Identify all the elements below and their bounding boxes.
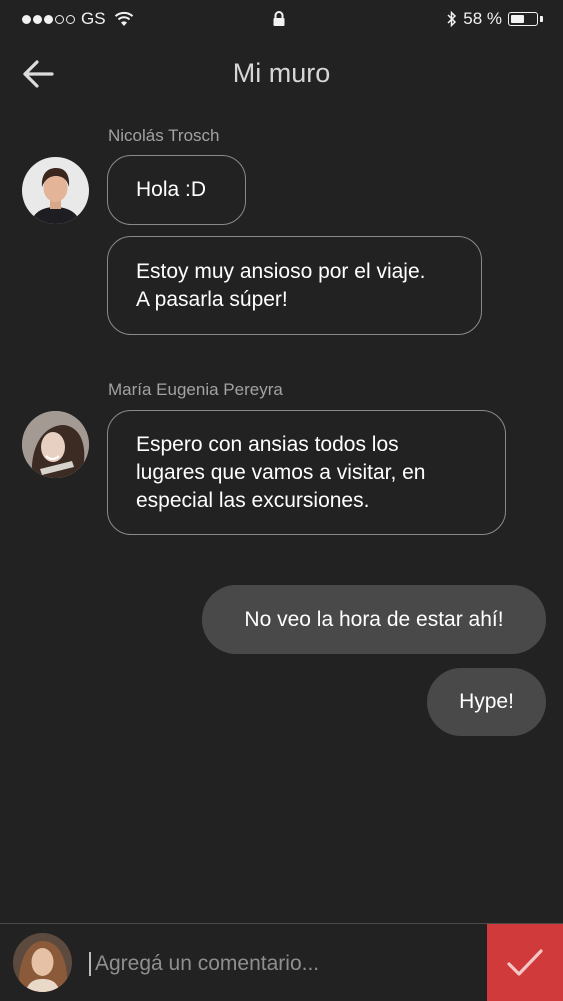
message-text: especial las excursiones. [136, 489, 370, 512]
page-title: Mi muro [232, 58, 331, 88]
text-caret [89, 952, 91, 976]
battery-percentage: 58 % [463, 9, 502, 28]
outgoing-message-bubble: No veo la hora de estar ahí! [202, 585, 546, 654]
wifi-icon [114, 11, 133, 26]
message-text: No veo la hora de estar ahí! [244, 607, 504, 631]
send-button[interactable] [487, 924, 563, 1001]
comment-composer [0, 923, 563, 1001]
message-bubble: Hola :D [107, 155, 246, 225]
lock-icon [273, 11, 285, 26]
message-bubble: Estoy muy ansioso por el viaje. A pasarl… [107, 236, 482, 335]
avatar-photo-icon [22, 157, 89, 224]
status-left: GS [22, 9, 134, 29]
signal-strength-icon [22, 14, 75, 24]
message-author: Nicolás Trosch [108, 126, 220, 145]
message-text: Hola :D [136, 178, 207, 201]
signal-dot [55, 14, 64, 24]
message-text: A pasarla súper! [136, 288, 288, 311]
carrier-name: GS [81, 9, 106, 28]
signal-dot [66, 14, 75, 24]
comment-input[interactable] [95, 948, 475, 980]
avatar[interactable] [22, 411, 89, 478]
message-text: Estoy muy ansioso por el viaje. [136, 260, 426, 283]
battery-tip [540, 16, 543, 22]
user-avatar [13, 933, 72, 992]
message-bubble: Espero con ansias todos los lugares que … [107, 410, 506, 535]
outgoing-message-bubble: Hype! [427, 668, 546, 736]
bluetooth-icon [447, 10, 457, 28]
status-right: 58 % [447, 9, 543, 29]
checkmark-icon [507, 948, 543, 976]
status-bar: GS 58 % [0, 0, 563, 40]
signal-dot [22, 14, 31, 24]
message-text: Espero con ansias todos los [136, 433, 399, 456]
battery-level-fill [511, 15, 525, 23]
nav-bar: Mi muro [0, 40, 563, 112]
message-author: María Eugenia Pereyra [108, 380, 283, 399]
signal-dot [33, 14, 42, 24]
signal-dot [44, 14, 53, 24]
avatar-photo-icon [22, 411, 89, 478]
message-text: lugares que vamos a visitar, en [136, 461, 426, 484]
user-avatar-photo-icon [13, 933, 72, 992]
battery-icon [508, 12, 538, 26]
avatar[interactable] [22, 157, 89, 224]
message-text: Hype! [459, 690, 514, 713]
